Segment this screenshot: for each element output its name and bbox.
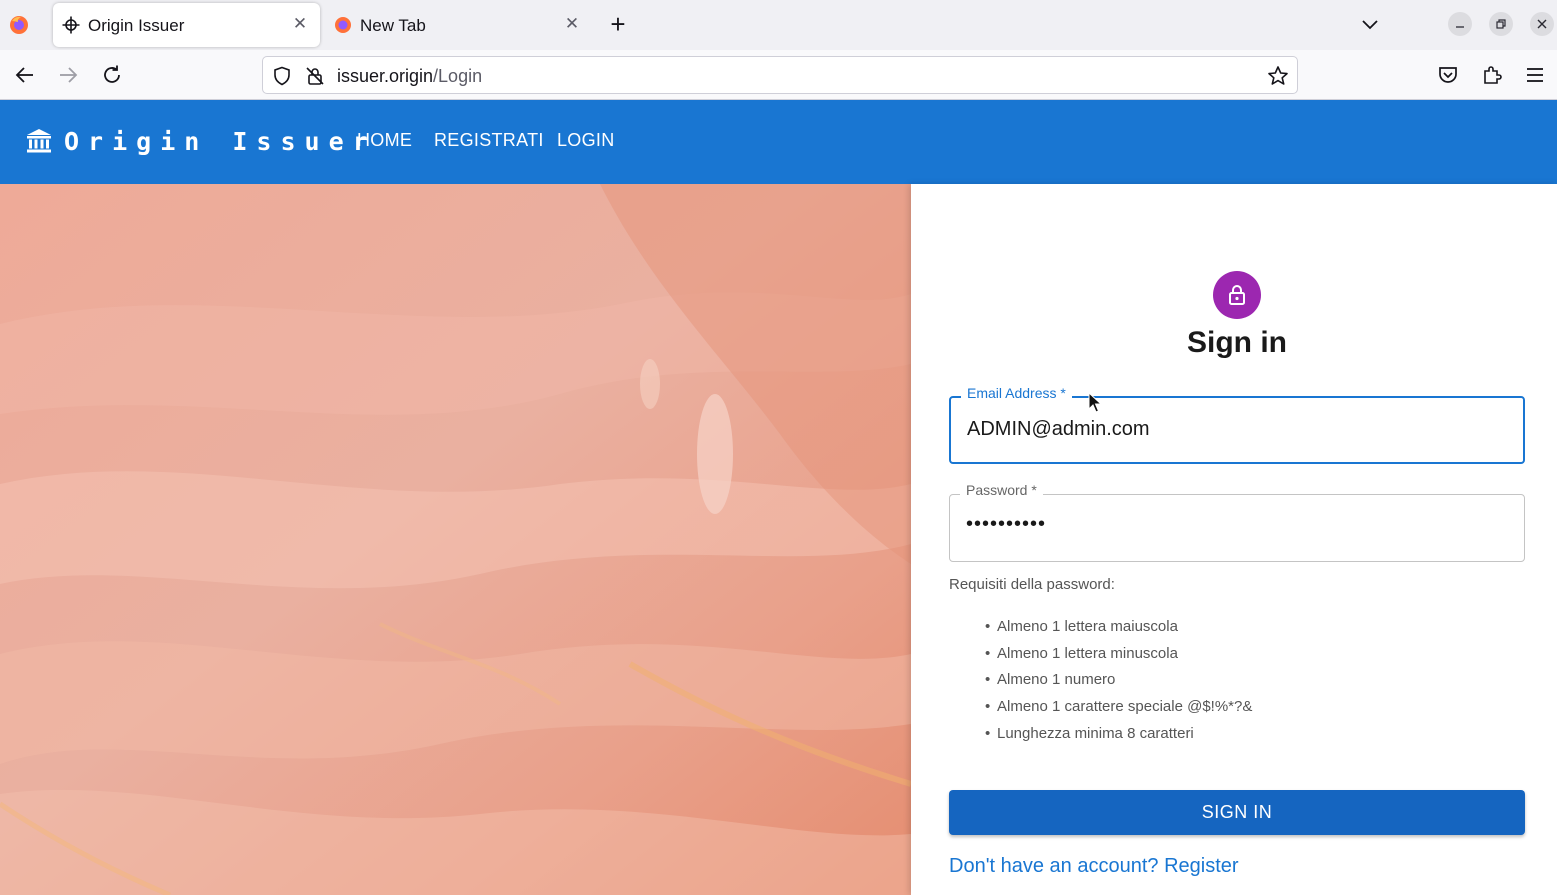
url-bar[interactable]: issuer.origin/Login bbox=[262, 56, 1298, 94]
tab-origin-issuer[interactable]: Origin Issuer ✕ bbox=[53, 3, 320, 47]
browser-tab-strip: Origin Issuer ✕ New Tab ✕ + bbox=[0, 0, 1557, 50]
sign-in-button[interactable]: SIGN IN bbox=[949, 790, 1525, 835]
sign-in-heading: Sign in bbox=[1187, 326, 1287, 359]
mouse-cursor-icon bbox=[1088, 392, 1102, 413]
email-input[interactable]: ADMIN@admin.com bbox=[967, 418, 1150, 441]
back-arrow-icon[interactable] bbox=[13, 63, 37, 87]
brand-title[interactable]: Origin Issuer bbox=[64, 127, 377, 156]
crosshair-icon bbox=[62, 16, 80, 34]
hero-image bbox=[0, 184, 911, 895]
register-link[interactable]: Don't have an account? Register bbox=[949, 855, 1239, 878]
close-tab-icon[interactable]: ✕ bbox=[562, 14, 582, 34]
requirement-item: Lunghezza minima 8 caratteri bbox=[985, 725, 1252, 752]
reload-icon[interactable] bbox=[100, 63, 124, 87]
restore-icon bbox=[1496, 19, 1506, 29]
minimize-button[interactable] bbox=[1448, 12, 1472, 36]
menu-icon[interactable] bbox=[1523, 63, 1547, 87]
shield-icon[interactable] bbox=[272, 66, 292, 86]
close-tab-icon[interactable]: ✕ bbox=[290, 14, 310, 34]
tab-title: Origin Issuer bbox=[88, 16, 185, 35]
new-tab-button[interactable]: + bbox=[606, 11, 630, 37]
url-text[interactable]: issuer.origin/Login bbox=[337, 66, 482, 87]
email-label: Email Address * bbox=[961, 385, 1072, 401]
firefox-icon[interactable] bbox=[9, 15, 29, 35]
password-field[interactable]: Password * •••••••••• bbox=[949, 482, 1525, 562]
requirement-item: Almeno 1 lettera minuscola bbox=[985, 645, 1252, 672]
pocket-icon[interactable] bbox=[1436, 63, 1460, 87]
firefox-icon bbox=[335, 17, 351, 33]
lock-avatar bbox=[1213, 271, 1261, 319]
tab-new-tab[interactable]: New Tab ✕ bbox=[325, 3, 592, 47]
close-icon bbox=[1537, 19, 1547, 29]
password-label: Password * bbox=[960, 482, 1043, 498]
lock-icon bbox=[1229, 285, 1245, 305]
chevron-down-icon[interactable] bbox=[1360, 14, 1380, 34]
requirement-item: Almeno 1 lettera maiuscola bbox=[985, 618, 1252, 645]
nav-registrati-link[interactable]: REGISTRATI bbox=[434, 130, 544, 151]
url-host: issuer.origin bbox=[337, 66, 434, 86]
nav-home-link[interactable]: HOME bbox=[357, 130, 412, 151]
requirement-item: Almeno 1 carattere speciale @$!%*?& bbox=[985, 698, 1252, 725]
sandstone-texture-image bbox=[0, 184, 911, 895]
password-input[interactable]: •••••••••• bbox=[966, 513, 1046, 536]
close-window-button[interactable] bbox=[1530, 12, 1554, 36]
tab-title: New Tab bbox=[360, 16, 426, 35]
password-requirements-title: Requisiti della password: bbox=[949, 576, 1115, 593]
email-field[interactable]: Email Address * ADMIN@admin.com bbox=[949, 385, 1525, 464]
requirement-item: Almeno 1 numero bbox=[985, 671, 1252, 698]
forward-arrow-icon[interactable] bbox=[56, 63, 80, 87]
extensions-icon[interactable] bbox=[1480, 63, 1504, 87]
bank-icon bbox=[27, 129, 51, 153]
bookmark-star-icon[interactable] bbox=[1267, 65, 1289, 87]
insecure-lock-icon[interactable] bbox=[305, 66, 325, 86]
password-requirements-list: Almeno 1 lettera maiuscola Almeno 1 lett… bbox=[985, 618, 1252, 751]
url-path: /Login bbox=[433, 66, 483, 86]
restore-button[interactable] bbox=[1489, 12, 1513, 36]
nav-login-link[interactable]: LOGIN bbox=[557, 130, 615, 151]
minimize-icon bbox=[1456, 26, 1464, 28]
